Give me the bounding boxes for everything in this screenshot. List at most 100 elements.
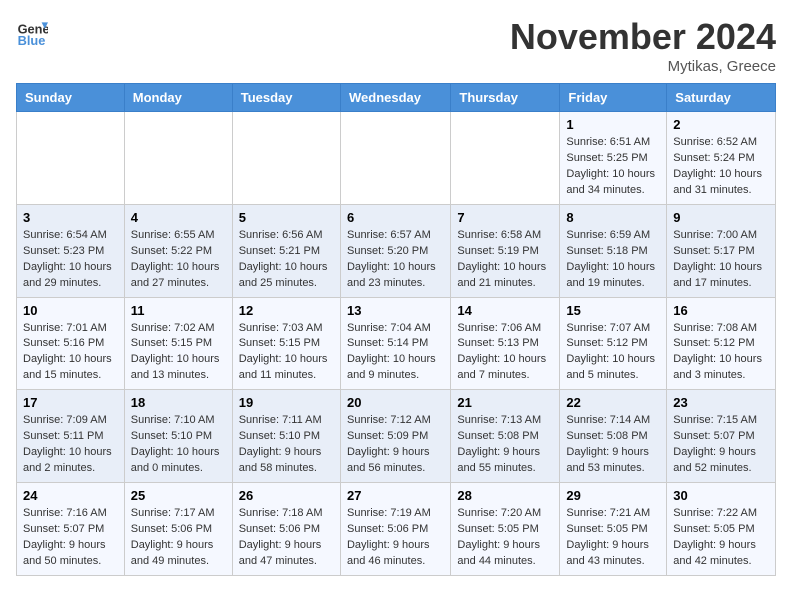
calendar-cell: 29Sunrise: 7:21 AMSunset: 5:05 PMDayligh… xyxy=(560,483,667,576)
calendar-cell: 22 Sunrise: 7:14 AMSunset: 5:08 PMDayligh… xyxy=(560,390,667,483)
calendar-cell xyxy=(124,112,232,205)
calendar-cell xyxy=(340,112,450,205)
calendar-cell: 1 Sunrise: 6:51 AMSunset: 5:25 PMDaylight… xyxy=(560,112,667,205)
calendar-cell: 15 Sunrise: 7:07 AMSunset: 5:12 PMDayligh… xyxy=(560,297,667,390)
day-number: 2 xyxy=(673,117,769,132)
calendar-cell: 7Sunrise: 6:58 AMSunset: 5:19 PMDaylight… xyxy=(451,204,560,297)
weekday-header: Wednesday xyxy=(340,84,450,112)
day-number: 21 xyxy=(457,395,553,410)
day-number: 11 xyxy=(131,303,226,318)
day-number: 25 xyxy=(131,488,226,503)
day-number: 27 xyxy=(347,488,444,503)
day-number: 17 xyxy=(23,395,118,410)
calendar-cell: 23 Sunrise: 7:15 AMSunset: 5:07 PMDayligh… xyxy=(667,390,776,483)
calendar: SundayMondayTuesdayWednesdayThursdayFrid… xyxy=(16,83,776,576)
calendar-cell: 30 Sunrise: 7:22 AMSunset: 5:05 PMDayligh… xyxy=(667,483,776,576)
day-number: 23 xyxy=(673,395,769,410)
weekday-header: Thursday xyxy=(451,84,560,112)
weekday-header: Sunday xyxy=(17,84,125,112)
calendar-week: 10Sunrise: 7:01 AMSunset: 5:16 PMDayligh… xyxy=(17,297,776,390)
calendar-cell: 12 Sunrise: 7:03 AMSunset: 5:15 PMDayligh… xyxy=(232,297,340,390)
calendar-cell: 26Sunrise: 7:18 AMSunset: 5:06 PMDayligh… xyxy=(232,483,340,576)
weekday-header: Tuesday xyxy=(232,84,340,112)
day-info: Sunrise: 7:12 AMSunset: 5:09 PMDaylight:… xyxy=(347,413,444,477)
day-info: Sunrise: 7:04 AMSunset: 5:14 PMDaylight:… xyxy=(347,321,444,385)
day-number: 9 xyxy=(673,210,769,225)
day-number: 22 xyxy=(566,395,660,410)
calendar-week: 3 Sunrise: 6:54 AMSunset: 5:23 PMDaylight… xyxy=(17,204,776,297)
day-info: Sunrise: 7:17 AMSunset: 5:06 PMDaylight:… xyxy=(131,506,226,570)
day-info: Sunrise: 7:13 AMSunset: 5:08 PMDaylight:… xyxy=(457,413,553,477)
calendar-cell: 2 Sunrise: 6:52 AMSunset: 5:24 PMDaylight… xyxy=(667,112,776,205)
day-number: 6 xyxy=(347,210,444,225)
day-info: Sunrise: 7:14 AMSunset: 5:08 PMDaylight:… xyxy=(566,413,660,477)
header: General Blue November 2024 Mytikas, Gree… xyxy=(16,16,776,75)
day-number: 10 xyxy=(23,303,118,318)
calendar-cell: 20 Sunrise: 7:12 AMSunset: 5:09 PMDayligh… xyxy=(340,390,450,483)
day-number: 3 xyxy=(23,210,118,225)
day-number: 14 xyxy=(457,303,553,318)
logo: General Blue xyxy=(16,16,48,48)
calendar-cell xyxy=(451,112,560,205)
day-info: Sunrise: 7:16 AMSunset: 5:07 PMDaylight:… xyxy=(23,506,118,570)
day-info: Sunrise: 7:07 AMSunset: 5:12 PMDaylight:… xyxy=(566,321,660,385)
calendar-cell: 4Sunrise: 6:55 AMSunset: 5:22 PMDaylight… xyxy=(124,204,232,297)
calendar-cell: 21 Sunrise: 7:13 AMSunset: 5:08 PMDayligh… xyxy=(451,390,560,483)
calendar-cell: 13 Sunrise: 7:04 AMSunset: 5:14 PMDayligh… xyxy=(340,297,450,390)
day-number: 4 xyxy=(131,210,226,225)
day-info: Sunrise: 7:08 AMSunset: 5:12 PMDaylight:… xyxy=(673,321,769,385)
calendar-cell: 24 Sunrise: 7:16 AMSunset: 5:07 PMDayligh… xyxy=(17,483,125,576)
day-number: 5 xyxy=(239,210,334,225)
calendar-cell: 11Sunrise: 7:02 AMSunset: 5:15 PMDayligh… xyxy=(124,297,232,390)
calendar-cell: 16 Sunrise: 7:08 AMSunset: 5:12 PMDayligh… xyxy=(667,297,776,390)
day-number: 15 xyxy=(566,303,660,318)
day-info: Sunrise: 6:58 AMSunset: 5:19 PMDaylight:… xyxy=(457,228,553,292)
day-info: Sunrise: 7:06 AMSunset: 5:13 PMDaylight:… xyxy=(457,321,553,385)
location-subtitle: Mytikas, Greece xyxy=(510,58,776,75)
day-number: 16 xyxy=(673,303,769,318)
calendar-body: 1 Sunrise: 6:51 AMSunset: 5:25 PMDaylight… xyxy=(17,112,776,576)
calendar-cell xyxy=(232,112,340,205)
day-info: Sunrise: 7:18 AMSunset: 5:06 PMDaylight:… xyxy=(239,506,334,570)
weekday-header: Monday xyxy=(124,84,232,112)
day-number: 8 xyxy=(566,210,660,225)
calendar-cell: 19Sunrise: 7:11 AMSunset: 5:10 PMDayligh… xyxy=(232,390,340,483)
day-number: 29 xyxy=(566,488,660,503)
calendar-cell: 5Sunrise: 6:56 AMSunset: 5:21 PMDaylight… xyxy=(232,204,340,297)
day-number: 1 xyxy=(566,117,660,132)
day-number: 13 xyxy=(347,303,444,318)
calendar-cell: 8 Sunrise: 6:59 AMSunset: 5:18 PMDaylight… xyxy=(560,204,667,297)
calendar-week: 24 Sunrise: 7:16 AMSunset: 5:07 PMDayligh… xyxy=(17,483,776,576)
day-info: Sunrise: 7:09 AMSunset: 5:11 PMDaylight:… xyxy=(23,413,118,477)
calendar-cell: 3 Sunrise: 6:54 AMSunset: 5:23 PMDaylight… xyxy=(17,204,125,297)
day-info: Sunrise: 7:22 AMSunset: 5:05 PMDaylight:… xyxy=(673,506,769,570)
calendar-cell: 25 Sunrise: 7:17 AMSunset: 5:06 PMDayligh… xyxy=(124,483,232,576)
day-info: Sunrise: 6:54 AMSunset: 5:23 PMDaylight:… xyxy=(23,228,118,292)
month-title: November 2024 xyxy=(510,16,776,58)
calendar-cell xyxy=(17,112,125,205)
day-info: Sunrise: 7:03 AMSunset: 5:15 PMDaylight:… xyxy=(239,321,334,385)
logo-icon: General Blue xyxy=(16,16,48,48)
day-info: Sunrise: 7:11 AMSunset: 5:10 PMDaylight:… xyxy=(239,413,334,477)
day-info: Sunrise: 7:15 AMSunset: 5:07 PMDaylight:… xyxy=(673,413,769,477)
weekday-header: Friday xyxy=(560,84,667,112)
day-info: Sunrise: 7:19 AMSunset: 5:06 PMDaylight:… xyxy=(347,506,444,570)
calendar-cell: 28Sunrise: 7:20 AMSunset: 5:05 PMDayligh… xyxy=(451,483,560,576)
day-info: Sunrise: 7:10 AMSunset: 5:10 PMDaylight:… xyxy=(131,413,226,477)
calendar-cell: 10Sunrise: 7:01 AMSunset: 5:16 PMDayligh… xyxy=(17,297,125,390)
day-number: 20 xyxy=(347,395,444,410)
day-info: Sunrise: 6:57 AMSunset: 5:20 PMDaylight:… xyxy=(347,228,444,292)
day-info: Sunrise: 6:59 AMSunset: 5:18 PMDaylight:… xyxy=(566,228,660,292)
day-number: 30 xyxy=(673,488,769,503)
calendar-cell: 14 Sunrise: 7:06 AMSunset: 5:13 PMDayligh… xyxy=(451,297,560,390)
calendar-cell: 9 Sunrise: 7:00 AMSunset: 5:17 PMDaylight… xyxy=(667,204,776,297)
day-number: 18 xyxy=(131,395,226,410)
day-info: Sunrise: 6:52 AMSunset: 5:24 PMDaylight:… xyxy=(673,135,769,199)
day-info: Sunrise: 6:51 AMSunset: 5:25 PMDaylight:… xyxy=(566,135,660,199)
calendar-cell: 6 Sunrise: 6:57 AMSunset: 5:20 PMDaylight… xyxy=(340,204,450,297)
day-info: Sunrise: 7:00 AMSunset: 5:17 PMDaylight:… xyxy=(673,228,769,292)
day-number: 12 xyxy=(239,303,334,318)
calendar-week: 1 Sunrise: 6:51 AMSunset: 5:25 PMDaylight… xyxy=(17,112,776,205)
day-number: 24 xyxy=(23,488,118,503)
day-info: Sunrise: 7:20 AMSunset: 5:05 PMDaylight:… xyxy=(457,506,553,570)
